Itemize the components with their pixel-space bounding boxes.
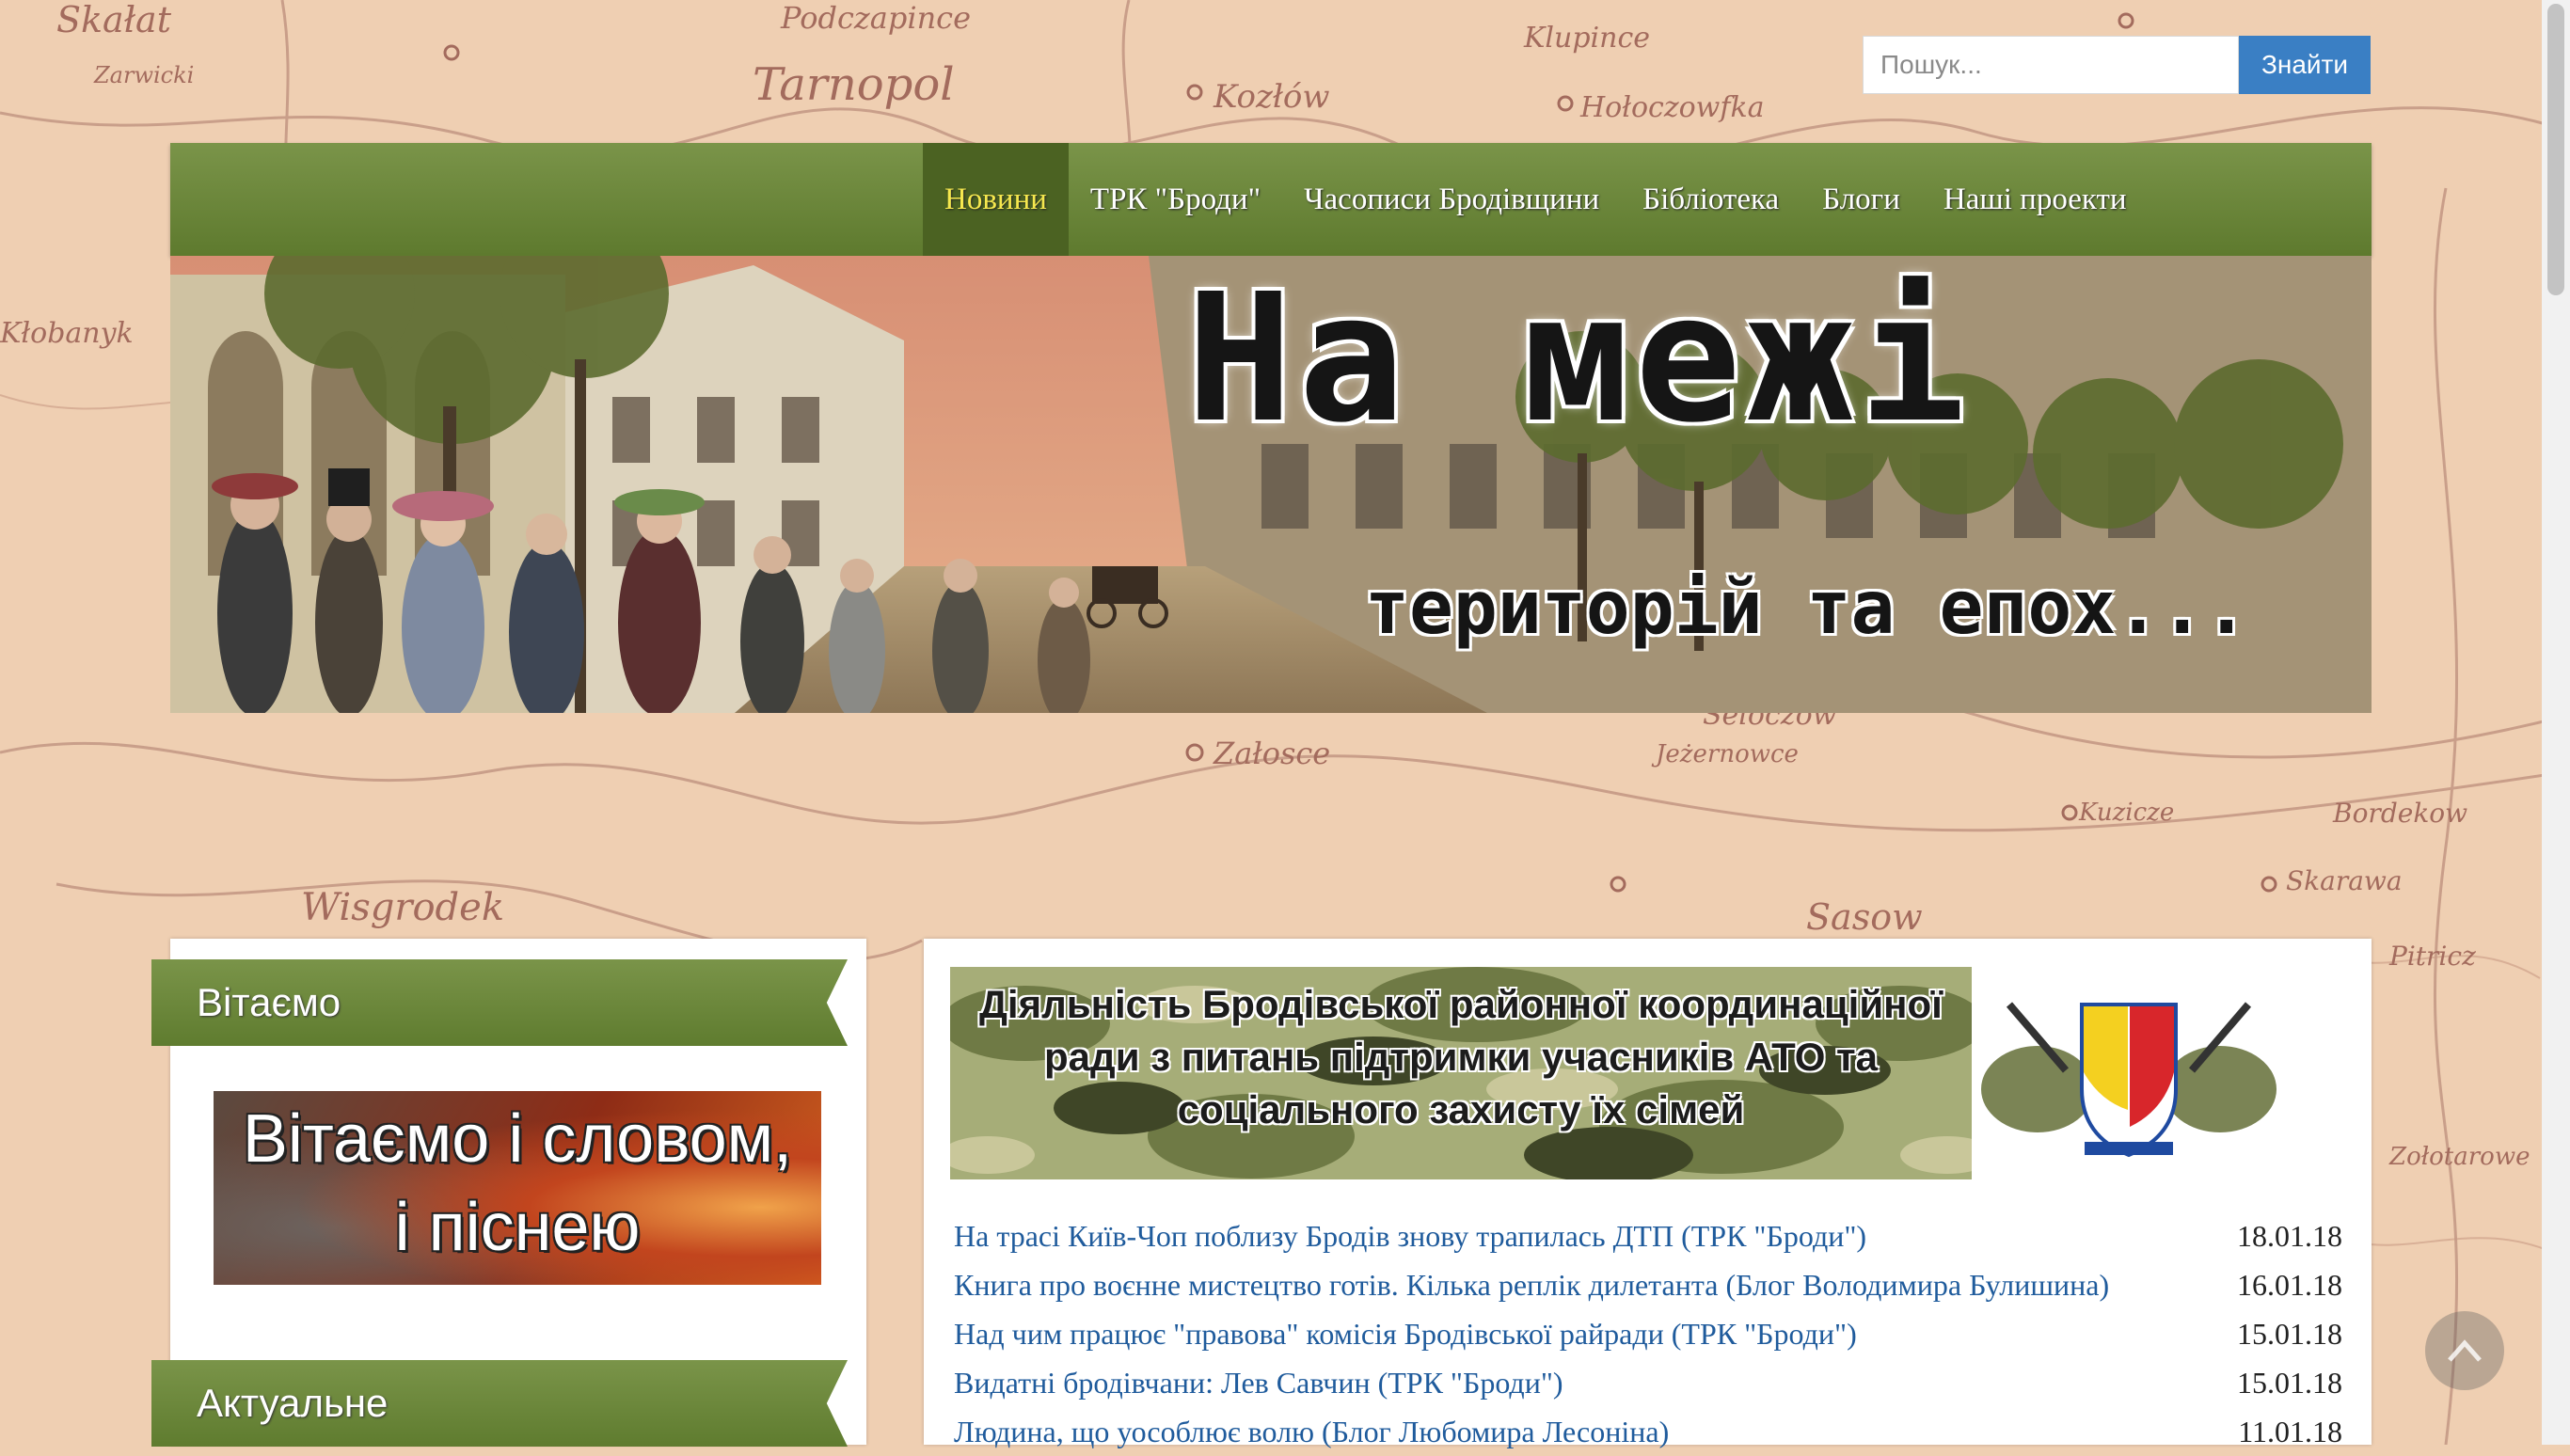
news-item-link[interactable]: Людина, що уособлює волю (Блог Любомира … (954, 1415, 1669, 1449)
nav-item-blogs[interactable]: Блоги (1801, 143, 1922, 256)
main-nav: Новини ТРК "Броди" Часописи Бродівщини Б… (923, 143, 2149, 256)
news-item-link[interactable]: Над чим працює "правова" комісія Бродівс… (954, 1317, 1857, 1352)
news-item: Книга про воєнне мистецтво готів. Кілька… (954, 1260, 2342, 1309)
chevron-up-icon (2448, 1339, 2482, 1362)
map-label: Sasow (1806, 896, 1923, 938)
widget-title-current: Актуальне (151, 1360, 848, 1447)
ato-banner-line-2: ради з питань підтримки учасників АТО та (1044, 1035, 1878, 1079)
promo-line-2: і піснею (394, 1190, 641, 1265)
news-item-date: 18.01.18 (2237, 1218, 2342, 1253)
map-label: Podczapince (780, 0, 971, 36)
news-item-date: 16.01.18 (2237, 1267, 2342, 1302)
map-label: Zarwicki (93, 62, 194, 88)
scrollbar-thumb[interactable] (2547, 4, 2564, 295)
ato-banner[interactable]: Діяльність Бродівської районної координа… (950, 967, 2286, 1179)
map-label: Bordekow (2332, 798, 2467, 829)
left-sidebar: Вітаємо Вітаємо і словом, і піснею Актуа… (151, 939, 866, 1447)
back-to-top-button[interactable] (2425, 1311, 2504, 1390)
search-form: Знайти (1863, 36, 2371, 94)
map-label: Kłobanyk (0, 317, 134, 350)
search-input[interactable] (1863, 36, 2239, 94)
news-item-link[interactable]: Книга про воєнне мистецтво готів. Кілька… (954, 1268, 2109, 1303)
map-label: Skarawa (2286, 865, 2403, 896)
nav-item-periodicals[interactable]: Часописи Бродівщини (1282, 143, 1621, 256)
main-content: Діяльність Бродівської районної координа… (924, 939, 2372, 1448)
welcome-promo-banner[interactable]: Вітаємо і словом, і піснею (214, 1091, 821, 1285)
promo-line-1: Вітаємо і словом, (242, 1101, 793, 1177)
map-label: Tarnopol (753, 58, 955, 111)
news-item-link[interactable]: Видатні бродівчани: Лев Савчин (ТРК "Бро… (954, 1366, 1563, 1401)
news-item: Видатні бродівчани: Лев Савчин (ТРК "Бро… (954, 1358, 2342, 1407)
map-label: Jeżernowce (1651, 740, 1799, 768)
map-label: Hołoczowfka (1579, 91, 1765, 124)
nav-item-news[interactable]: Новини (923, 143, 1069, 256)
map-label: Kozłów (1213, 78, 1329, 116)
nav-item-library[interactable]: Бібліотека (1621, 143, 1801, 256)
map-label: Wisgrodek (301, 886, 504, 929)
banner-subtitle: територій та епох... (1365, 566, 2249, 651)
news-item: На трасі Київ-Чоп поблизу Бродів знову т… (954, 1211, 2342, 1260)
nav-item-projects[interactable]: Наші проекти (1922, 143, 2149, 256)
news-item-date: 11.01.18 (2238, 1414, 2342, 1448)
news-item-link[interactable]: На трасі Київ-Чоп поблизу Бродів знову т… (954, 1219, 1866, 1254)
search-button[interactable]: Знайти (2239, 36, 2371, 94)
map-label: Kuzicze (2078, 799, 2174, 827)
news-item-date: 15.01.18 (2237, 1316, 2342, 1351)
map-label: Zołotarowe (2388, 1143, 2530, 1171)
district-emblem-icon (1972, 967, 2286, 1179)
page-scrollbar[interactable] (2542, 0, 2570, 1445)
ato-banner-text: Діяльність Бродівської районної координа… (950, 978, 1972, 1136)
banner-title: На межі (1186, 256, 1972, 462)
map-label: Klupince (1523, 22, 1650, 55)
map-label: Załosce (1213, 736, 1330, 771)
header-banner[interactable]: На межі територій та епох... (170, 256, 2372, 713)
ato-banner-line-3: соціального захисту їх сімей (1177, 1087, 1745, 1132)
widget-title-welcome: Вітаємо (151, 959, 848, 1046)
ato-banner-line-1: Діяльність Бродівської районної координа… (979, 982, 1943, 1026)
site-header: Новини ТРК "Броди" Часописи Бродівщини Б… (170, 143, 2372, 713)
news-item: Людина, що уособлює волю (Блог Любомира … (954, 1407, 2342, 1456)
map-label: Skałat (56, 0, 172, 40)
main-navbar: Новини ТРК "Броди" Часописи Бродівщини Б… (170, 143, 2372, 256)
news-list: На трасі Київ-Чоп поблизу Бродів знову т… (954, 1211, 2342, 1456)
news-item: Над чим працює "правова" комісія Бродівс… (954, 1309, 2342, 1358)
map-label: Pitricz (2388, 941, 2476, 972)
news-item-date: 15.01.18 (2237, 1365, 2342, 1400)
nav-item-trk-brody[interactable]: ТРК "Броди" (1069, 143, 1282, 256)
